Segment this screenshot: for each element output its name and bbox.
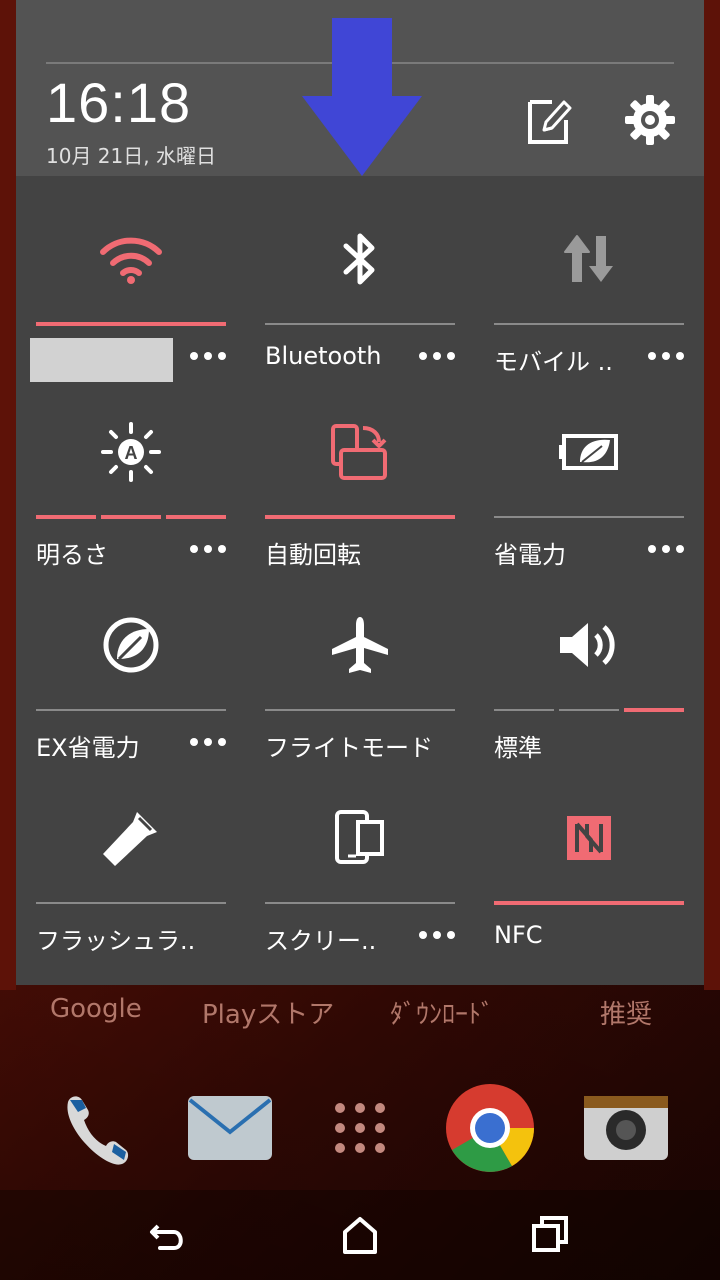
tile-label: 自動回転: [265, 541, 361, 569]
camera-icon[interactable]: [580, 1080, 676, 1176]
tile-nfc[interactable]: NFC: [494, 779, 684, 969]
tile-label: 標準: [494, 734, 542, 762]
tile-status-bar: [36, 902, 226, 904]
quick-settings-panel: 16:18 10月 21日, 水曜日 Bluetooth モバイル .. A 明…: [16, 0, 704, 985]
home-folder-label[interactable]: ﾀﾞｳﾝﾛｰﾄﾞ: [390, 994, 494, 1031]
tile-sound-profile[interactable]: 標準: [494, 586, 684, 776]
airplane-icon: [332, 617, 388, 673]
brightness-level-segment: [166, 515, 226, 519]
tile-label: 省電力: [494, 541, 566, 569]
wifi-icon: [100, 237, 162, 284]
date: 10月 21日, 水曜日: [46, 144, 216, 168]
tile-label: EX省電力: [36, 734, 140, 762]
brightness-level-segment: [101, 515, 161, 519]
flashlight-icon: [103, 812, 157, 866]
tile-label: フライトモード: [265, 734, 433, 762]
tile-status-bar: [494, 516, 684, 518]
clock: 16:18: [46, 71, 192, 134]
tile-bluetooth[interactable]: Bluetooth: [265, 200, 455, 390]
tile-airplane-mode[interactable]: フライトモード: [265, 586, 455, 776]
app-drawer-icon[interactable]: [312, 1080, 408, 1176]
tile-screen-cast[interactable]: スクリー..: [265, 779, 455, 969]
tile-status-bar: [265, 709, 455, 711]
brightness-more-button[interactable]: [190, 541, 226, 557]
navigation-bar: [0, 1190, 720, 1280]
tile-status-bar: [494, 323, 684, 325]
wifi-network-name-redacted: [30, 338, 173, 382]
tile-label: Bluetooth: [265, 342, 382, 370]
extreme-power-saver-icon: [103, 617, 159, 673]
tile-extreme-power-saver[interactable]: EX省電力: [36, 586, 226, 776]
brightness-level-segment: [36, 515, 96, 519]
power-saver-more-button[interactable]: [648, 541, 684, 557]
wallpaper-edge: [0, 0, 16, 990]
home-folder-label[interactable]: Playストア: [202, 994, 334, 1031]
volume-level-segment: [624, 708, 684, 712]
power-saver-icon: [559, 434, 618, 470]
tile-status-bar: [265, 323, 455, 325]
mobile-data-icon: [564, 235, 613, 282]
tile-status-bar: [265, 515, 455, 519]
home-dock: [0, 1080, 720, 1190]
tile-status-bar: [36, 709, 226, 711]
phone-icon[interactable]: [48, 1080, 144, 1176]
tile-status-bar: [36, 322, 226, 326]
extreme-power-saver-more-button[interactable]: [190, 734, 226, 750]
tile-auto-rotate[interactable]: 自動回転: [265, 393, 455, 583]
tile-mobile-data[interactable]: モバイル ..: [494, 200, 684, 390]
tile-flashlight[interactable]: フラッシュラ..: [36, 779, 226, 969]
mobile-data-more-button[interactable]: [648, 348, 684, 364]
nfc-icon: [567, 816, 611, 860]
auto-brightness-icon: A: [101, 422, 161, 482]
tile-status-bar: [265, 902, 455, 904]
tile-label: 明るさ: [36, 541, 108, 569]
tile-brightness[interactable]: A 明るさ: [36, 393, 226, 583]
mail-icon[interactable]: [182, 1080, 278, 1176]
tile-label: モバイル ..: [494, 348, 613, 376]
screen-cast-icon: [335, 810, 384, 864]
tile-wifi[interactable]: [30, 200, 226, 390]
home-folder-label[interactable]: 推奨: [600, 994, 652, 1031]
wallpaper-edge: [704, 0, 720, 990]
bluetooth-more-button[interactable]: [419, 348, 455, 364]
bluetooth-icon: [343, 233, 375, 285]
volume-icon: [560, 623, 615, 667]
swipe-down-arrow: [302, 18, 422, 176]
recents-icon[interactable]: [528, 1212, 574, 1258]
tile-power-saver[interactable]: 省電力: [494, 393, 684, 583]
screen-cast-more-button[interactable]: [419, 927, 455, 943]
settings-icon[interactable]: [624, 94, 676, 146]
tile-status-bar: [494, 901, 684, 905]
wifi-more-button[interactable]: [190, 348, 226, 364]
home-icon[interactable]: [337, 1212, 383, 1258]
tile-label: スクリー..: [265, 927, 377, 955]
back-icon[interactable]: [146, 1212, 192, 1258]
chrome-icon[interactable]: [442, 1080, 538, 1176]
home-folder-label[interactable]: Google: [50, 994, 142, 1024]
edit-icon[interactable]: [522, 94, 574, 146]
tile-label: NFC: [494, 921, 543, 949]
auto-rotate-icon: [331, 424, 387, 480]
svg-text:A: A: [125, 443, 138, 463]
tile-label: フラッシュラ..: [36, 927, 196, 955]
volume-level-segment: [494, 709, 554, 711]
volume-level-segment: [559, 709, 619, 711]
